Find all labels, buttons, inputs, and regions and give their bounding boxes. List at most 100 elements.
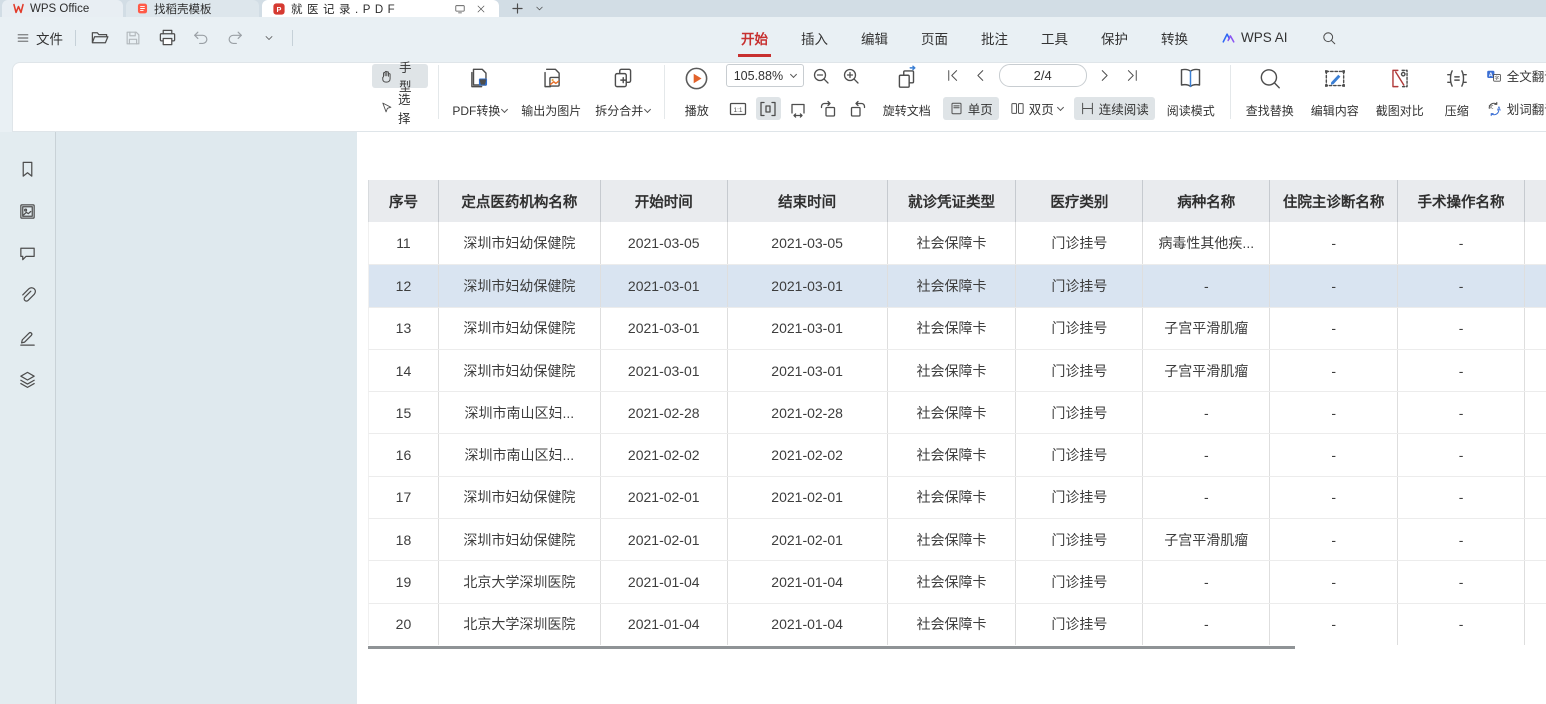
save-button[interactable] <box>122 27 144 49</box>
book-icon <box>1177 65 1204 92</box>
table-row[interactable]: 15深圳市南山区妇...2021-02-282021-02-28社会保障卡门诊挂… <box>368 391 1546 433</box>
menu-search-icon[interactable] <box>1320 28 1338 48</box>
redo-button[interactable] <box>224 27 246 49</box>
ribbon-tab-wps-ai[interactable]: WPS AI <box>1220 28 1289 47</box>
previous-page-button[interactable] <box>971 64 991 87</box>
layers-panel-icon[interactable] <box>15 366 41 392</box>
table-cell: - <box>1398 392 1525 433</box>
actual-size-button[interactable]: 1:1 <box>726 97 751 120</box>
table-row[interactable]: 19北京大学深圳医院2021-01-042021-01-04社会保障卡门诊挂号-… <box>368 560 1546 602</box>
table-cell: - <box>1398 222 1525 264</box>
table-row[interactable]: 14深圳市妇幼保健院2021-03-012021-03-01社会保障卡门诊挂号子… <box>368 349 1546 391</box>
rotate-left-button[interactable] <box>816 97 841 120</box>
tab-document[interactable]: P 就医记录.PDF <box>262 0 499 17</box>
word-translate-label: 划词翻译 <box>1507 99 1546 118</box>
tab-docer-templates[interactable]: 找稻壳模板 <box>126 0 259 17</box>
signature-panel-icon[interactable] <box>15 324 41 350</box>
hamburger-icon <box>16 31 30 45</box>
open-file-button[interactable] <box>88 27 110 49</box>
table-cell: 社会保障卡 <box>888 434 1017 475</box>
tab-wps-office[interactable]: WPS Office <box>2 0 123 17</box>
table-cell: 社会保障卡 <box>888 392 1017 433</box>
comment-panel-icon[interactable] <box>15 240 41 266</box>
table-cell: 2021-02-01 <box>728 477 888 518</box>
ribbon-tab-page[interactable]: 页面 <box>920 26 949 50</box>
table-header-row: 序号定点医药机构名称开始时间结束时间就诊凭证类型医疗类别病种名称住院主诊断名称手… <box>368 180 1546 222</box>
pdf-convert-button[interactable]: W PDF转换 <box>449 63 511 121</box>
tab-window-icon[interactable] <box>452 2 468 16</box>
continuous-read-button[interactable]: 连续阅读 <box>1074 97 1155 120</box>
zoom-level-combo[interactable]: 105.88% <box>726 64 804 87</box>
file-menu[interactable]: 文件 <box>16 28 63 48</box>
export-image-button[interactable]: 输出为图片 <box>518 63 585 121</box>
tab-list-chevron-icon[interactable] <box>534 3 545 14</box>
ribbon-tab-insert[interactable]: 插入 <box>800 26 829 50</box>
word-translate-button[interactable]: A文 划词翻译 <box>1485 99 1546 118</box>
zoom-in-button[interactable] <box>839 64 864 87</box>
fit-width-button[interactable] <box>756 97 781 120</box>
table-cell: 18 <box>369 519 439 560</box>
rotate-document-button[interactable]: 旋转文档 <box>878 63 936 121</box>
table-row[interactable]: 16深圳市南山区妇...2021-02-022021-02-02社会保障卡门诊挂… <box>368 433 1546 475</box>
double-page-button[interactable]: 双页 <box>1004 97 1069 120</box>
table-cell: 深圳市妇幼保健院 <box>439 477 601 518</box>
chevron-down-icon <box>644 105 651 112</box>
undo-button[interactable] <box>190 27 212 49</box>
fit-page-button[interactable] <box>786 97 811 120</box>
compress-button[interactable]: 压缩 <box>1436 63 1478 121</box>
table-row[interactable]: 12深圳市妇幼保健院2021-03-012021-03-01社会保障卡门诊挂号-… <box>368 264 1546 306</box>
double-page-label: 双页 <box>1029 99 1054 118</box>
ribbon-tab-convert[interactable]: 转换 <box>1160 26 1189 50</box>
hand-tool-button[interactable]: 手型 <box>372 64 428 88</box>
pdf-convert-label: PDF转换 <box>452 102 500 119</box>
ribbon-tab-home[interactable]: 开始 <box>740 26 769 50</box>
table-cell: 深圳市妇幼保健院 <box>439 350 601 391</box>
split-merge-icon <box>610 65 636 92</box>
last-page-button[interactable] <box>1123 64 1143 87</box>
ribbon-tab-protect[interactable]: 保护 <box>1100 26 1129 50</box>
next-page-button[interactable] <box>1095 64 1115 87</box>
new-tab-button[interactable] <box>511 2 524 15</box>
table-cell: 门诊挂号 <box>1016 308 1143 349</box>
column-header: 定点医药机构名称 <box>439 180 601 222</box>
ribbon-tab-tools[interactable]: 工具 <box>1040 26 1069 50</box>
table-row[interactable]: 13深圳市妇幼保健院2021-03-012021-03-01社会保障卡门诊挂号子… <box>368 307 1546 349</box>
table-row[interactable]: 17深圳市妇幼保健院2021-02-012021-02-01社会保障卡门诊挂号-… <box>368 476 1546 518</box>
page-indicator-input[interactable]: 2/4 <box>999 64 1087 87</box>
tab-close-icon[interactable] <box>473 2 489 16</box>
print-button[interactable] <box>156 27 178 49</box>
split-merge-button[interactable]: 拆分合并 <box>592 63 654 121</box>
thumbnail-panel-icon[interactable] <box>15 198 41 224</box>
table-cell: 子宫平滑肌瘤 <box>1143 350 1270 391</box>
table-cell: 社会保障卡 <box>888 222 1017 264</box>
single-page-button[interactable]: 单页 <box>943 97 999 120</box>
zoom-out-button[interactable] <box>809 64 834 87</box>
ribbon-tab-edit[interactable]: 编辑 <box>860 26 889 50</box>
ribbon-tab-comment[interactable]: 批注 <box>980 26 1009 50</box>
table-cell: 门诊挂号 <box>1016 519 1143 560</box>
table-cell: - <box>1398 604 1525 645</box>
screenshot-compare-button[interactable]: 截图对比 <box>1371 63 1429 121</box>
table-cell: 13 <box>369 308 439 349</box>
bookmark-panel-icon[interactable] <box>15 156 41 182</box>
rotate-right-button[interactable] <box>846 97 871 120</box>
table-cell: 2021-02-01 <box>601 519 728 560</box>
play-button[interactable]: 播放 <box>675 63 719 121</box>
attachment-panel-icon[interactable] <box>15 282 41 308</box>
table-row[interactable]: 20北京大学深圳医院2021-01-042021-01-04社会保障卡门诊挂号-… <box>368 603 1546 645</box>
first-page-button[interactable] <box>943 64 963 87</box>
table-row[interactable]: 18深圳市妇幼保健院2021-02-012021-02-01社会保障卡门诊挂号子… <box>368 518 1546 560</box>
table-cell: - <box>1398 561 1525 602</box>
table-cell: 2021-01-04 <box>728 561 888 602</box>
table-row[interactable]: 11深圳市妇幼保健院2021-03-052021-03-05社会保障卡门诊挂号病… <box>368 222 1546 264</box>
pdf-page[interactable]: 序号定点医药机构名称开始时间结束时间就诊凭证类型医疗类别病种名称住院主诊断名称手… <box>357 132 1546 704</box>
table-cell: 社会保障卡 <box>888 604 1017 645</box>
quickbar-chevron-icon[interactable] <box>258 27 280 49</box>
find-replace-button[interactable]: 查找替换 <box>1241 63 1299 121</box>
screenshot-compare-icon <box>1387 65 1413 92</box>
table-cell: 2021-02-28 <box>601 392 728 433</box>
read-mode-button[interactable]: 阅读模式 <box>1162 63 1220 121</box>
select-tool-button[interactable]: 选择 <box>372 96 428 120</box>
full-translate-button[interactable]: A字 全文翻译 <box>1485 66 1546 85</box>
edit-content-button[interactable]: 编辑内容 <box>1306 63 1364 121</box>
